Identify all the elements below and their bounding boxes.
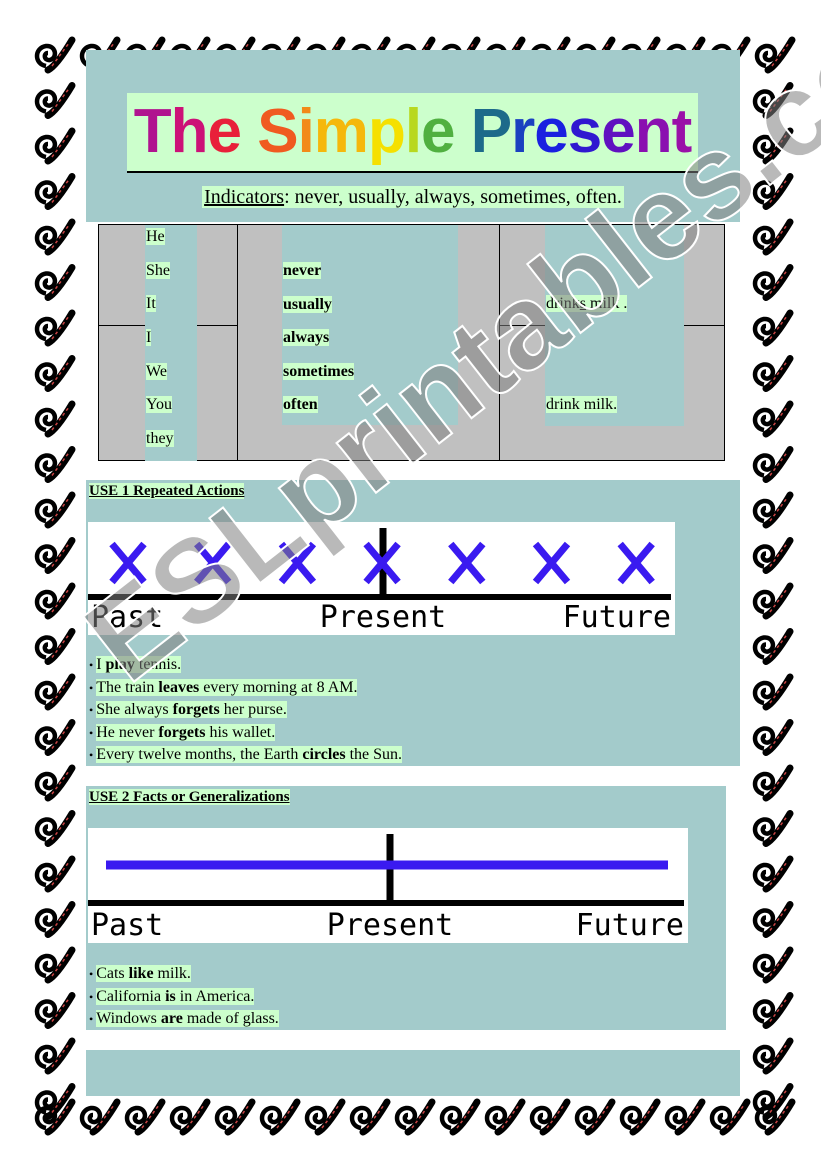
swirl-icon [37, 40, 72, 70]
swirl-icon [37, 905, 72, 935]
use2-panel: USE 2 Facts or Generalizations Past Prese… [86, 786, 726, 1030]
table-word: He [146, 228, 165, 245]
swirl-icon [37, 859, 72, 889]
example-sentence: She always forgets her purse. [89, 699, 402, 722]
swirl-icon [755, 268, 790, 298]
swirl-icon [127, 1102, 162, 1132]
label-future: Future [563, 600, 671, 635]
example-sentence: Every twelve months, the Earth circles t… [89, 744, 403, 767]
swirl-icon [755, 404, 790, 434]
cell-i-we-you-they: I We You they [98, 325, 238, 461]
label-present: Present [327, 908, 453, 943]
page-title: The Simple Present [127, 93, 698, 173]
table-word: never [283, 262, 322, 279]
swirl-icon [755, 996, 790, 1026]
swirl-icon [487, 1102, 522, 1132]
footer-panel [86, 1050, 740, 1096]
swirl-icon [37, 450, 72, 480]
swirl-icon [755, 723, 790, 753]
swirl-icon [755, 859, 790, 889]
swirl-icon [37, 950, 72, 980]
swirl-icon [172, 1102, 207, 1132]
swirl-icon [37, 495, 72, 525]
swirl-icon [532, 1102, 567, 1132]
swirl-icon [755, 495, 790, 525]
table-word: always [283, 329, 330, 346]
example-sentence: Cats like milk. [89, 963, 279, 986]
table-word: usually [283, 295, 332, 313]
swirl-icon [37, 768, 72, 798]
swirl-icon [262, 1102, 297, 1132]
swirl-icon [37, 131, 72, 161]
swirl-icon [755, 359, 790, 389]
use2-examples: Cats like milk.California is in America.… [89, 963, 279, 1031]
swirl-icon [217, 1102, 252, 1132]
indicators-label: Indicators [204, 186, 285, 208]
label-present: Present [320, 600, 446, 635]
cell-he-she-it: He She It [98, 224, 238, 326]
swirl-icon [37, 996, 72, 1026]
swirl-icon [37, 632, 72, 662]
table-word: You [146, 396, 172, 413]
swirl-icon [622, 1102, 657, 1132]
table-word: I [146, 329, 152, 346]
swirl-icon [307, 1102, 342, 1132]
table-word: they [146, 429, 174, 447]
verb-form-base: drink milk. [546, 396, 618, 413]
swirl-icon [37, 313, 72, 343]
swirl-icon [755, 768, 790, 798]
swirl-icon [37, 359, 72, 389]
swirl-icon [755, 313, 790, 343]
swirl-icon [755, 541, 790, 571]
example-sentence: Windows are made of glass. [89, 1008, 279, 1031]
swirl-icon [37, 404, 72, 434]
swirl-icon [37, 177, 72, 207]
swirl-icon [37, 723, 72, 753]
swirl-icon [755, 950, 790, 980]
table-word: She [146, 261, 170, 279]
worksheet-page: Indicators: never, usually, always, some… [0, 0, 821, 1169]
swirl-icon [755, 814, 790, 844]
example-sentence: He never forgets his wallet. [89, 722, 402, 745]
use2-timeline: Past Present Future [88, 828, 688, 943]
label-future: Future [576, 908, 684, 943]
label-past: Past [91, 908, 163, 943]
swirl-icon [37, 1041, 72, 1071]
swirl-icon [755, 632, 790, 662]
swirl-icon [352, 1102, 387, 1132]
swirl-icon [755, 1041, 790, 1071]
table-word: It [146, 295, 156, 312]
table-word: We [146, 362, 167, 380]
swirl-icon [37, 268, 72, 298]
example-sentence: California is in America. [89, 986, 279, 1009]
swirl-icon [37, 86, 72, 116]
swirl-icon [442, 1102, 477, 1132]
swirl-icon [397, 1102, 432, 1132]
swirl-icon [755, 450, 790, 480]
swirl-icon [577, 1102, 612, 1132]
swirl-icon [712, 1102, 747, 1132]
swirl-icon [755, 905, 790, 935]
swirl-icon [37, 814, 72, 844]
swirl-icon [82, 1102, 117, 1132]
swirl-icon [37, 222, 72, 252]
swirl-icon [755, 677, 790, 707]
use2-heading: USE 2 Facts or Generalizations [89, 789, 290, 805]
swirl-icon [37, 677, 72, 707]
swirl-icon [667, 1102, 702, 1132]
swirl-icon [37, 541, 72, 571]
swirl-icon [755, 586, 790, 616]
